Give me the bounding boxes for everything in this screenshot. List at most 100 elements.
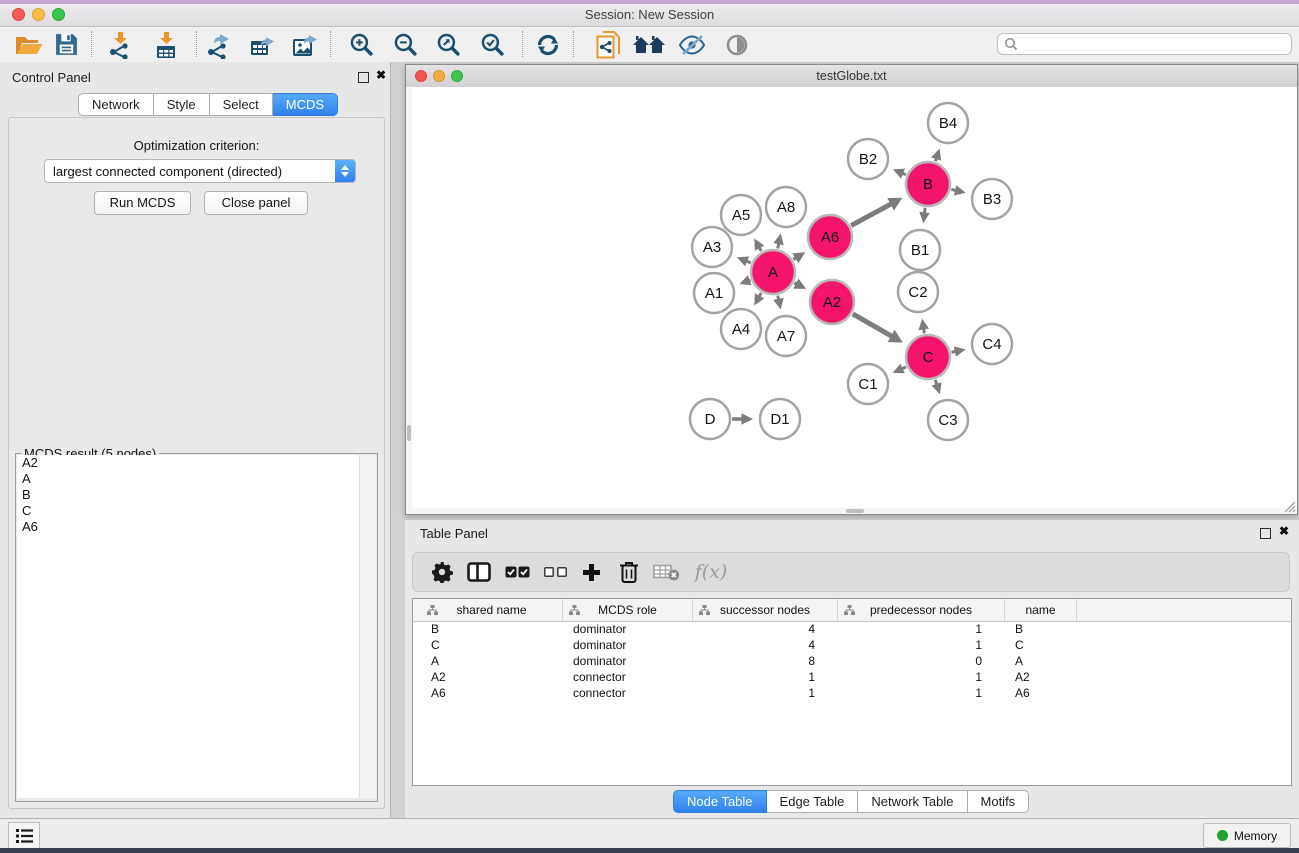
memory-button[interactable]: Memory [1203, 823, 1291, 848]
table-float-panel-icon[interactable] [1260, 528, 1271, 539]
close-window-button[interactable] [12, 8, 25, 21]
table-cell: dominator [563, 621, 693, 637]
import-table-icon[interactable] [148, 28, 184, 61]
edge-arrowhead [931, 149, 941, 161]
column-layout-icon[interactable] [462, 553, 496, 591]
search-field[interactable] [997, 33, 1292, 55]
table-cell: C [421, 637, 563, 653]
memory-label: Memory [1234, 829, 1277, 843]
table-header-row: shared nameMCDS rolesuccessor nodesprede… [413, 599, 1291, 622]
control-panel-tabs: NetworkStyleSelectMCDS [78, 93, 338, 116]
mcds-tab-content: Optimization criterion: largest connecte… [8, 117, 385, 809]
toolbar-separator [522, 31, 523, 57]
result-list-item[interactable]: A [17, 471, 360, 487]
table-cell: 1 [693, 685, 838, 701]
mcds-result-list[interactable]: A2ABCA6 [17, 455, 360, 798]
network-canvas[interactable]: B4B2BB3A5A8A6A3B1AA1C2A2A4A7CC4C1C3DD1 [406, 87, 1297, 514]
settings-gear-icon[interactable] [425, 553, 459, 591]
search-input[interactable] [1018, 35, 1291, 53]
net-minimize-button[interactable] [433, 70, 445, 82]
select-all-check-icon[interactable] [500, 553, 534, 591]
column-header-name[interactable]: name [1005, 599, 1077, 621]
delete-column-trash-icon[interactable] [612, 553, 646, 591]
add-column-plus-icon[interactable] [574, 553, 608, 591]
tab-network-table[interactable]: Network Table [858, 790, 967, 813]
refresh-icon[interactable] [530, 28, 566, 61]
tab-mcds[interactable]: MCDS [273, 93, 338, 116]
column-header-MCDS-role[interactable]: MCDS role [563, 599, 693, 621]
column-header-predecessor-nodes[interactable]: predecessor nodes [838, 599, 1005, 621]
edge-A6-B[interactable] [851, 204, 892, 226]
import-network-icon[interactable] [102, 28, 138, 61]
graph-node-label: D1 [770, 411, 789, 428]
edge-A2-C[interactable] [853, 314, 893, 337]
resize-grip-icon[interactable] [1282, 499, 1296, 513]
graph-node-label: B4 [939, 115, 957, 132]
table-cell: 4 [693, 621, 838, 637]
select-stepper-icon [335, 160, 355, 182]
table-row[interactable]: A2connector11A2 [413, 669, 1291, 685]
control-panel-title: Control Panel [12, 70, 91, 85]
task-history-button[interactable] [8, 822, 40, 849]
save-session-icon[interactable] [48, 28, 84, 61]
toolbar-separator [573, 31, 574, 57]
graph-node-label: A2 [823, 294, 841, 311]
export-network-icon[interactable] [200, 28, 236, 61]
tab-node-table[interactable]: Node Table [673, 790, 767, 813]
table-cell: connector [563, 669, 693, 685]
open-session-icon[interactable] [11, 28, 47, 61]
table-cell: 1 [693, 669, 838, 685]
network-vscrollbar[interactable] [406, 87, 412, 514]
float-panel-icon[interactable] [358, 72, 369, 83]
result-list-item[interactable]: C [17, 503, 360, 519]
tab-motifs[interactable]: Motifs [968, 790, 1030, 813]
column-header-successor-nodes[interactable]: successor nodes [693, 599, 838, 621]
show-panel-eye-icon[interactable] [719, 28, 755, 61]
network-hscrollbar[interactable] [406, 508, 1297, 514]
desktop-wallpaper-strip [0, 848, 1299, 853]
zoom-selected-icon[interactable] [474, 28, 510, 61]
graph-node-label: C1 [858, 376, 877, 393]
table-cell: dominator [563, 637, 693, 653]
net-close-button[interactable] [415, 70, 427, 82]
hide-panel-eye-slash-icon[interactable] [674, 28, 710, 61]
function-builder-icon[interactable]: f(x) [688, 553, 734, 591]
graph-node-label: B2 [859, 151, 877, 168]
close-panel-button[interactable]: Close panel [204, 191, 308, 215]
edge-arrowhead [741, 413, 753, 425]
tab-select[interactable]: Select [210, 93, 273, 116]
result-list-item[interactable]: A2 [17, 455, 360, 471]
tab-style[interactable]: Style [154, 93, 210, 116]
table-panel-tabs: Node TableEdge TableNetwork TableMotifs [673, 790, 1029, 813]
table-row[interactable]: Cdominator41C [413, 637, 1291, 653]
zoom-fit-icon[interactable] [430, 28, 466, 61]
export-table-icon[interactable] [244, 28, 280, 61]
column-header-shared-name[interactable]: shared name [421, 599, 563, 621]
run-mcds-button[interactable]: Run MCDS [94, 191, 191, 215]
tab-edge-table[interactable]: Edge Table [767, 790, 859, 813]
table-row[interactable]: Adominator80A [413, 653, 1291, 669]
net-zoom-button[interactable] [451, 70, 463, 82]
result-scrollbar[interactable] [359, 455, 376, 798]
zoom-window-button[interactable] [52, 8, 65, 21]
network-window-title: testGlobe.txt [406, 65, 1297, 87]
criterion-select[interactable]: largest connected component (directed) [44, 159, 356, 183]
result-list-item[interactable]: B [17, 487, 360, 503]
node-table[interactable]: shared nameMCDS rolesuccessor nodesprede… [412, 598, 1292, 786]
zoom-out-icon[interactable] [387, 28, 423, 61]
close-panel-icon[interactable]: ✖ [376, 68, 386, 82]
delete-table-icon[interactable] [649, 553, 683, 591]
network-window-titlebar[interactable]: testGlobe.txt [406, 65, 1297, 88]
minimize-window-button[interactable] [32, 8, 45, 21]
export-image-icon[interactable] [287, 28, 323, 61]
tab-network[interactable]: Network [78, 93, 154, 116]
home-icon[interactable] [631, 28, 667, 61]
table-row[interactable]: Bdominator41B [413, 621, 1291, 637]
zoom-in-icon[interactable] [343, 28, 379, 61]
table-row[interactable]: A6connector11A6 [413, 685, 1291, 701]
clone-network-icon[interactable] [590, 28, 626, 61]
result-list-item[interactable]: A6 [17, 519, 360, 535]
deselect-check-icon[interactable] [538, 553, 572, 591]
edge-arrowhead [954, 185, 966, 195]
table-close-panel-icon[interactable]: ✖ [1279, 524, 1289, 538]
